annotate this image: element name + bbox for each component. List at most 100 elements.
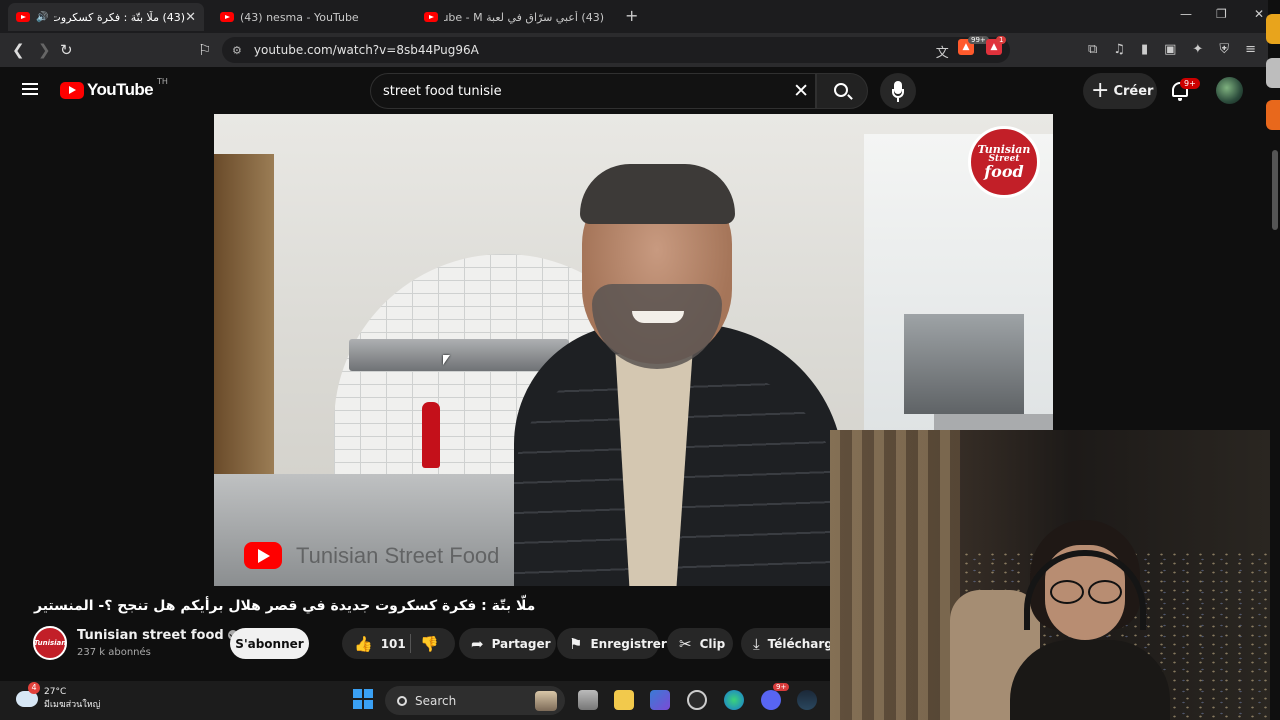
clear-search-icon[interactable]: ✕ (793, 80, 809, 102)
file-explorer-icon[interactable] (614, 690, 634, 710)
scrollbar[interactable] (1272, 150, 1278, 230)
youtube-wordmark: YouTube (87, 80, 154, 99)
back-icon[interactable]: ❮ (12, 41, 25, 59)
hamburger-menu-icon[interactable] (22, 83, 38, 95)
edge-browser-icon[interactable] (724, 690, 744, 710)
search-highlight-image (535, 690, 557, 711)
search-input[interactable]: street food tunisie ✕ (370, 73, 816, 109)
microsoft-store-icon[interactable] (650, 690, 670, 710)
webcam-overlay (830, 430, 1270, 720)
wallet-icon[interactable]: ▣ (1164, 42, 1176, 57)
video-title: ملّا بتّة : فكرة كسكروت جديدة في قصر هلا… (34, 598, 536, 614)
thumbs-down-icon[interactable]: 👎 (420, 635, 439, 653)
plus-icon: + (1091, 78, 1110, 103)
steam-icon[interactable] (797, 690, 817, 710)
like-divider (410, 634, 411, 653)
presenter-smile (632, 311, 684, 323)
minimize-icon[interactable]: — (1180, 7, 1192, 21)
close-window-icon[interactable]: ✕ (1254, 7, 1264, 21)
site-info-icon[interactable]: ⚙ (232, 44, 242, 57)
like-count[interactable]: 101 (381, 637, 406, 651)
thumbs-up-icon[interactable]: 👍 (354, 635, 373, 653)
presenter (514, 154, 854, 586)
clip-button[interactable]: ✂ Clip (667, 628, 733, 659)
voice-search-button[interactable] (880, 73, 916, 109)
tab-title: (43) ملّا بتّة : فكرة كسكروت جدي (54, 10, 186, 24)
region-code: TH (157, 76, 168, 86)
channel-avatar[interactable]: Tunisian (33, 626, 67, 660)
streamer-glasses (1050, 580, 1122, 604)
toolbar-right: ⧉ ♫ ▮ ▣ ✦ ⛨ ≡ (1088, 42, 1256, 57)
tab-title: (43) أعبي سرّاق في لعبة YouTube - M (444, 10, 604, 24)
search-icon (397, 695, 407, 706)
create-button[interactable]: + Créer (1083, 73, 1157, 109)
tab-title: (43) nesma - YouTube (240, 10, 359, 24)
temperature: 27°C (44, 687, 67, 697)
webcam-curtain (830, 430, 960, 720)
new-tab-button[interactable]: + (625, 6, 638, 25)
address-toolbar: ❮ ❯ ↻ ⚐ ⚙ youtube.com/watch?v=8sb44Pug96… (0, 33, 1280, 67)
discord-icon[interactable] (761, 690, 781, 710)
start-button-icon[interactable] (353, 689, 373, 709)
microphone-stand (892, 89, 904, 98)
microphone-foot (897, 98, 899, 102)
speaker-icon[interactable]: 🔊 (36, 12, 48, 23)
weather-badge: 4 (28, 682, 40, 694)
sidebar-icon[interactable]: ▮ (1141, 42, 1148, 57)
tunisian-street-food-logo: Tunisian Street food (968, 126, 1040, 198)
browser-tab-bar: 🔊 (43) ملّا بتّة : فكرة كسكروت جدي ✕ (43… (0, 0, 1280, 33)
app-hexagon-icon[interactable] (687, 690, 707, 710)
taskbar-search[interactable]: Search (385, 686, 565, 715)
video-shelf (214, 154, 274, 494)
youtube-favicon-icon (16, 12, 30, 22)
restore-icon[interactable]: ❐ (1216, 7, 1227, 21)
download-button[interactable]: ⤓ Télécharge (741, 628, 830, 659)
streamer-body (1010, 640, 1170, 720)
streamer (1010, 520, 1170, 720)
screenshot-icon[interactable]: ⧉ (1088, 42, 1097, 57)
forward-icon[interactable]: ❯ (38, 41, 51, 59)
search-button[interactable] (816, 73, 868, 109)
task-view-icon[interactable] (578, 690, 598, 710)
extension-cart-icon[interactable] (1266, 100, 1280, 130)
menu-icon[interactable]: ≡ (1245, 42, 1256, 57)
tab-nesma[interactable]: (43) nesma - YouTube (212, 3, 408, 31)
sauce-bottle (422, 402, 440, 468)
channel-name-link[interactable]: Tunisian street food (77, 628, 238, 643)
extension-cart-icon[interactable] (1266, 58, 1280, 88)
download-label: Télécharge (767, 636, 830, 651)
scissors-icon: ✂ (679, 634, 692, 653)
reload-icon[interactable]: ↻ (60, 41, 73, 59)
youtube-favicon-icon (424, 12, 438, 22)
presenter-hair (580, 164, 735, 224)
translate-icon[interactable]: 文 (936, 42, 949, 61)
extension-cart-icon[interactable] (1266, 14, 1280, 44)
close-tab-icon[interactable]: ✕ (185, 10, 196, 25)
share-label: Partager (491, 636, 551, 651)
channel-avatar-text: Tunisian (33, 639, 67, 647)
kitchen-rack (904, 314, 1024, 414)
url-bar[interactable]: ⚙ youtube.com/watch?v=8sb44Pug96A 文 ▭ ↗ (222, 37, 1010, 63)
account-avatar[interactable] (1216, 77, 1243, 104)
youtube-logo[interactable]: YouTube TH (60, 76, 168, 100)
like-dislike-group: 👍 101 👎 (342, 628, 455, 659)
clip-label: Clip (699, 636, 726, 651)
weather-widget[interactable]: 4 27°C มีเมฆส่วนใหญ่ (13, 682, 100, 712)
subscribe-button[interactable]: S'abonner (230, 628, 309, 659)
bookmark-icon[interactable]: ⚐ (198, 41, 211, 59)
weather-text-block: 27°C มีเมฆส่วนใหญ่ (44, 686, 100, 712)
tab-game-video[interactable]: (43) أعبي سرّاق في لعبة YouTube - M (416, 3, 612, 31)
media-icon[interactable]: ♫ (1113, 42, 1125, 57)
tab-active-video[interactable]: 🔊 (43) ملّا بتّة : فكرة كسكروت جدي ✕ (8, 3, 204, 31)
share-button[interactable]: ➦ Partager (459, 628, 556, 659)
save-playlist-icon: ⚑ (569, 634, 583, 653)
youtube-header: YouTube TH street food tunisie ✕ + Créer… (0, 67, 1268, 114)
share-arrow-icon: ➦ (471, 634, 484, 653)
discord-badge: 9+ (773, 683, 790, 691)
vpn-icon[interactable]: ⛨ (1219, 42, 1229, 57)
leo-icon[interactable]: ✦ (1192, 42, 1203, 57)
save-button[interactable]: ⚑ Enregistrer (557, 628, 667, 659)
windows-taskbar: 4 27°C มีเมฆส่วนใหญ่ Search 9+ (0, 681, 830, 720)
search-icon (834, 83, 848, 97)
channel-name: Tunisian street food (77, 628, 224, 643)
